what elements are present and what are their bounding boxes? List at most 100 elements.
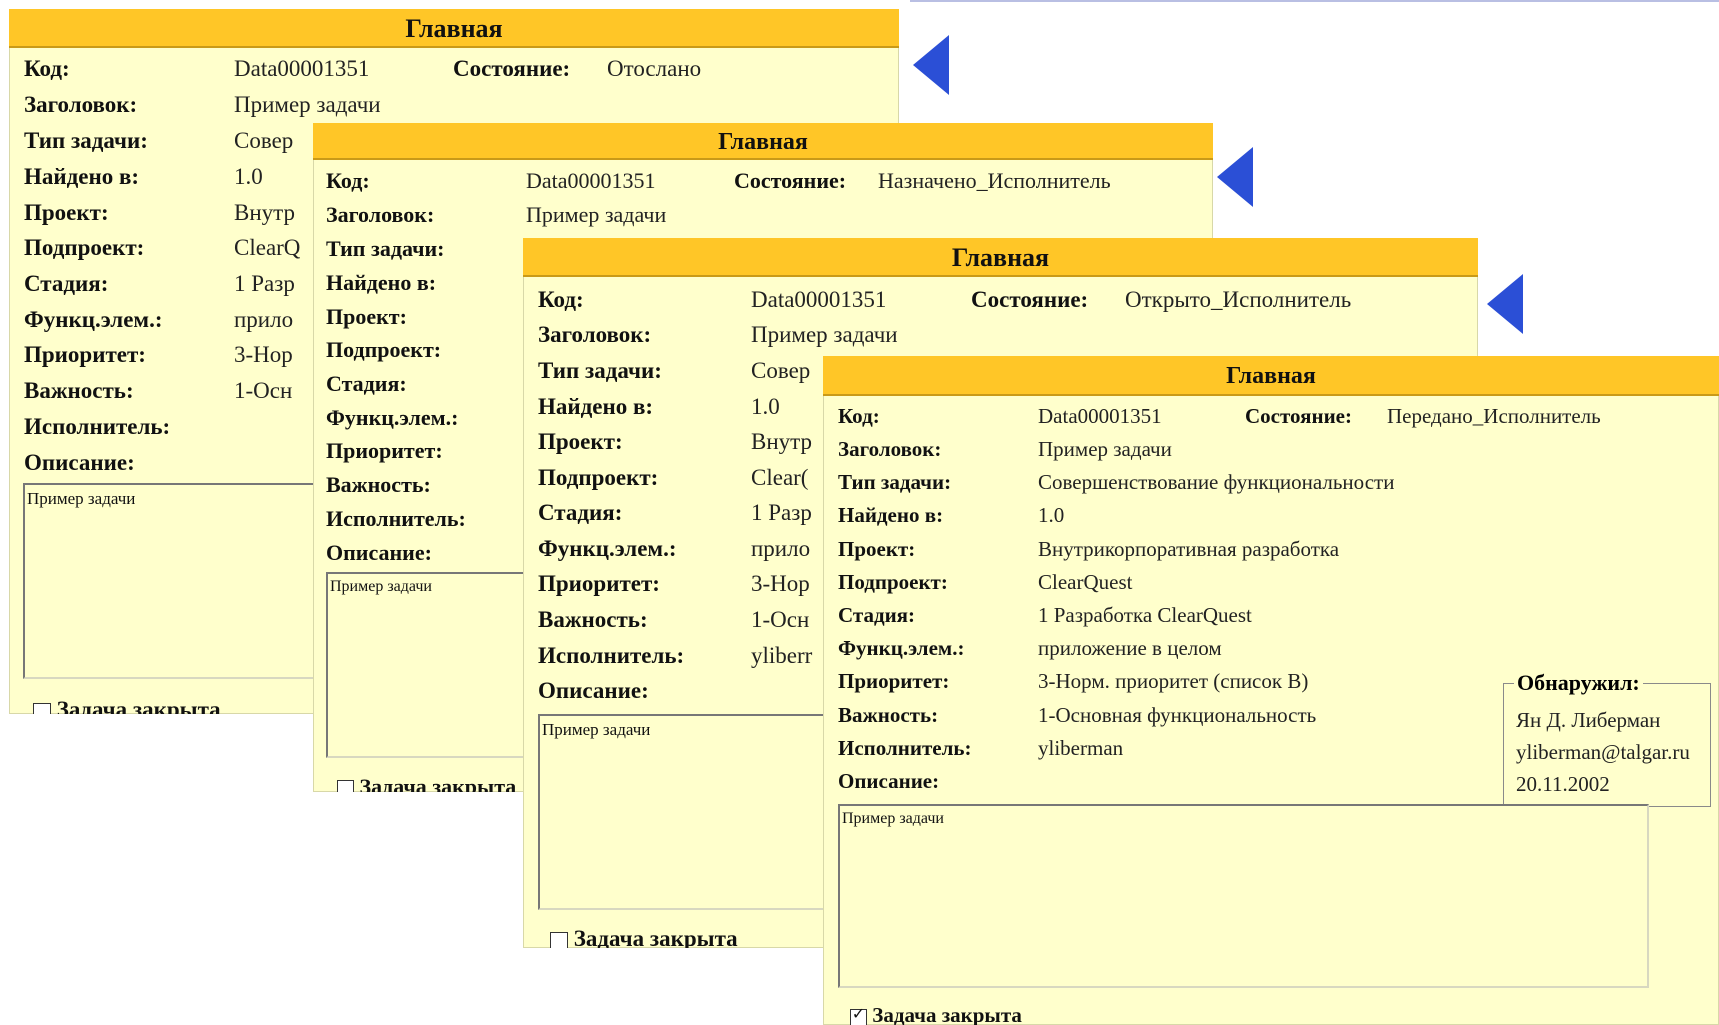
stage-label: Стадия: xyxy=(838,603,916,627)
code-value: Data00001351 xyxy=(526,168,656,193)
priority-value: 3-Нор xyxy=(234,342,293,367)
project-label: Проект: xyxy=(538,429,623,454)
closed-checkbox-row[interactable]: Задача закрыта xyxy=(550,926,738,948)
owner-label: Исполнитель: xyxy=(24,414,171,439)
stage-value: 1 Разр xyxy=(751,500,812,525)
priority-label: Приоритет: xyxy=(24,342,146,367)
description-label: Описание: xyxy=(24,450,135,475)
pointer-arrow-icon xyxy=(913,35,949,95)
stage-label: Стадия: xyxy=(326,371,407,396)
state-label: Состояние: xyxy=(734,168,847,193)
owner-label: Исполнитель: xyxy=(326,506,466,531)
form-title: Главная xyxy=(9,9,899,48)
state-label: Состояние: xyxy=(1245,404,1352,428)
func-value: прило xyxy=(751,536,811,561)
func-label: Функц.элем.: xyxy=(538,536,677,561)
headline-value: Пример задачи xyxy=(234,92,381,117)
subproject-label: Подпроект: xyxy=(538,465,659,490)
stage-value: 1 Разработка ClearQuest xyxy=(1038,603,1252,627)
func-label: Функц.элем.: xyxy=(838,636,965,660)
code-value: Data00001351 xyxy=(1038,404,1162,428)
description-label: Описание: xyxy=(326,540,432,565)
priority-value: 3-Нор xyxy=(751,571,810,596)
closed-checkbox[interactable]: ✓ xyxy=(850,1004,867,1025)
severity-value: 1-Основная функциональность xyxy=(1038,703,1317,727)
pointer-arrow-icon xyxy=(1217,147,1253,207)
subproject-value: Clear( xyxy=(751,465,809,490)
top-rule xyxy=(910,0,1719,2)
found-by-group: Обнаружил: Ян Д. Либерман yliberman@talg… xyxy=(1503,670,1711,807)
found-by-date: 20.11.2002 xyxy=(1516,772,1610,796)
subproject-label: Подпроект: xyxy=(326,337,442,362)
stage-label: Стадия: xyxy=(24,271,109,296)
headline-label: Заголовок: xyxy=(538,322,652,347)
subproject-label: Подпроект: xyxy=(838,570,948,594)
found-in-label: Найдено в: xyxy=(326,270,437,295)
type-label: Тип задачи: xyxy=(326,236,445,261)
headline-value: Пример задачи xyxy=(751,322,898,347)
func-label: Функц.элем.: xyxy=(326,405,459,430)
type-value: Совер xyxy=(751,358,811,383)
closed-label: Задача закрыта xyxy=(573,926,738,948)
severity-label: Важность: xyxy=(326,472,431,497)
code-label: Код: xyxy=(838,404,880,428)
closed-label: Задача закрыта xyxy=(56,697,221,714)
state-value: Передано_Исполнитель xyxy=(1387,404,1601,428)
headline-value: Пример задачи xyxy=(526,202,667,227)
priority-label: Приоритет: xyxy=(326,438,443,463)
type-value: Совершенствование функциональности xyxy=(1038,470,1395,494)
closed-checkbox[interactable] xyxy=(550,931,568,948)
state-label: Состояние: xyxy=(453,56,571,81)
found-in-label: Найдено в: xyxy=(838,503,944,527)
subproject-label: Подпроект: xyxy=(24,235,145,260)
subproject-value: ClearQ xyxy=(234,235,301,260)
form-title: Главная xyxy=(823,356,1719,396)
severity-label: Важность: xyxy=(538,607,648,632)
found-by-legend: Обнаружил: xyxy=(1514,670,1643,696)
priority-label: Приоритет: xyxy=(538,571,660,596)
stage-value: 1 Разр xyxy=(234,271,295,296)
headline-label: Заголовок: xyxy=(24,92,138,117)
found-in-value: 1.0 xyxy=(234,164,263,189)
owner-value: yliberman xyxy=(1038,736,1124,760)
description-label: Описание: xyxy=(538,678,649,703)
func-label: Функц.элем.: xyxy=(24,307,163,332)
type-label: Тип задачи: xyxy=(838,470,952,494)
code-label: Код: xyxy=(326,168,370,193)
project-value: Внутр xyxy=(751,429,812,454)
state-label: Состояние: xyxy=(971,287,1089,312)
subproject-value: ClearQuest xyxy=(1038,570,1133,594)
code-value: Data00001351 xyxy=(234,56,370,81)
project-label: Проект: xyxy=(326,304,407,329)
checkmark-icon: ✓ xyxy=(851,1003,866,1023)
record-form-4: Главная Код: Data00001351 Состояние: Пер… xyxy=(823,356,1719,1025)
state-value: Назначено_Исполнитель xyxy=(878,168,1111,193)
found-by-name: Ян Д. Либерман xyxy=(1516,708,1661,732)
closed-checkbox-row[interactable]: ✓ Задача закрыта xyxy=(850,1003,1022,1025)
closed-checkbox-row[interactable]: Задача закрыта xyxy=(33,697,221,714)
form-title: Главная xyxy=(523,238,1478,277)
pointer-arrow-icon xyxy=(1487,274,1523,334)
closed-checkbox[interactable] xyxy=(337,780,354,792)
priority-label: Приоритет: xyxy=(838,669,950,693)
project-value: Внутрикорпоративная разработка xyxy=(1038,537,1340,561)
form-title: Главная xyxy=(313,123,1213,160)
project-label: Проект: xyxy=(838,537,916,561)
code-label: Код: xyxy=(538,287,584,312)
project-value: Внутр xyxy=(234,200,295,225)
func-value: приложение в целом xyxy=(1038,636,1222,660)
type-value: Совер xyxy=(234,128,294,153)
description-textarea[interactable]: Пример задачи xyxy=(838,804,1649,988)
found-in-value: 1.0 xyxy=(1038,503,1065,527)
priority-value: 3-Норм. приоритет (список В) xyxy=(1038,669,1309,693)
owner-value: yliberr xyxy=(751,643,813,668)
severity-label: Важность: xyxy=(24,378,134,403)
found-in-label: Найдено в: xyxy=(538,394,654,419)
state-value: Отослано xyxy=(607,56,702,81)
stage-label: Стадия: xyxy=(538,500,623,525)
closed-checkbox[interactable] xyxy=(33,702,51,714)
headline-label: Заголовок: xyxy=(326,202,435,227)
closed-label: Задача закрыта xyxy=(359,774,517,792)
closed-checkbox-row[interactable]: Задача закрыта xyxy=(337,774,516,792)
type-label: Тип задачи: xyxy=(538,358,662,383)
